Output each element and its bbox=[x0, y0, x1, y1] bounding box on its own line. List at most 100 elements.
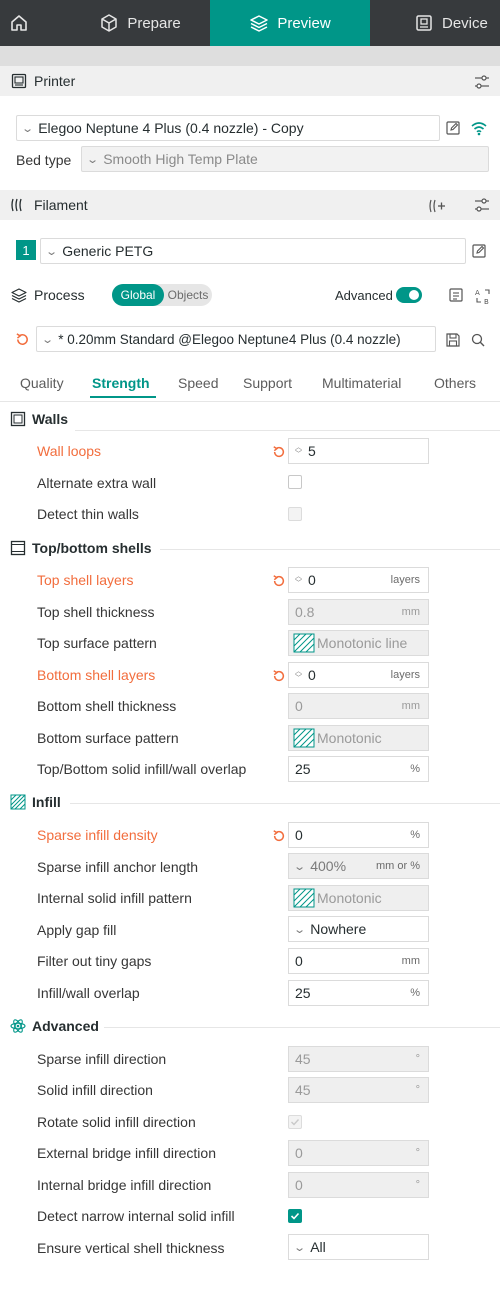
top-surface-pattern-label: Top surface pattern bbox=[37, 635, 157, 651]
internal-bridge-direction-input[interactable]: 0 ° bbox=[288, 1172, 429, 1198]
prepare-tab[interactable]: Prepare bbox=[70, 0, 210, 46]
advanced-atom-icon bbox=[10, 1018, 26, 1034]
bottom-shell-layers-label: Bottom shell layers bbox=[37, 667, 156, 683]
printer-icon bbox=[10, 72, 28, 90]
wall-loops-input[interactable]: ︿ ﹀ 5 bbox=[288, 438, 429, 464]
global-objects-toggle[interactable]: Global Objects bbox=[112, 284, 212, 306]
add-filament-icon[interactable] bbox=[426, 196, 448, 216]
top-shell-thickness-unit: mm bbox=[401, 606, 420, 618]
preview-tab[interactable]: Preview bbox=[210, 0, 370, 46]
walls-title-text: Walls bbox=[32, 411, 69, 427]
internal-solid-pattern-select[interactable]: Monotonic bbox=[288, 885, 429, 911]
infill-wall-overlap-input[interactable]: 25 % bbox=[288, 980, 429, 1006]
bottom-shell-thickness-input[interactable]: 0 mm bbox=[288, 693, 429, 719]
tab-speed[interactable]: Speed bbox=[178, 375, 218, 391]
shell-overlap-input[interactable]: 25 % bbox=[288, 756, 429, 782]
toolbar-spacer bbox=[0, 46, 500, 66]
shells-icon bbox=[10, 540, 26, 556]
printer-section-header: Printer bbox=[0, 66, 500, 96]
process-preset-value: * 0.20mm Standard @Elegoo Neptune4 Plus … bbox=[58, 331, 401, 347]
bottom-shell-layers-unit: layers bbox=[390, 669, 420, 681]
alternate-extra-wall-checkbox[interactable] bbox=[288, 475, 302, 489]
filament-preset-value: Generic PETG bbox=[62, 243, 154, 259]
shell-overlap-unit: % bbox=[410, 763, 420, 775]
search-icon[interactable] bbox=[468, 330, 488, 350]
compare-ab-icon[interactable]: AB bbox=[472, 285, 494, 307]
chevron-down-icon: ⌄ bbox=[86, 153, 100, 166]
top-shell-layers-input[interactable]: ︿ ﹀ 0 layers bbox=[288, 567, 429, 593]
shells-group-title: Top/bottom shells bbox=[10, 540, 152, 556]
toggle-objects-option[interactable]: Objects bbox=[164, 288, 212, 302]
active-tab-underline bbox=[90, 396, 156, 398]
printer-preset-select[interactable]: ⌄ Elegoo Neptune 4 Plus (0.4 nozzle) - C… bbox=[16, 115, 440, 141]
detect-thin-walls-checkbox[interactable] bbox=[288, 507, 302, 521]
chevron-down-icon: ⌄ bbox=[21, 122, 35, 135]
toggle-global-option[interactable]: Global bbox=[112, 284, 164, 306]
tab-quality[interactable]: Quality bbox=[20, 375, 64, 391]
bottom-surface-pattern-select[interactable]: Monotonic bbox=[288, 725, 429, 751]
advanced-group-title: Advanced bbox=[10, 1018, 99, 1034]
tab-support[interactable]: Support bbox=[243, 375, 292, 391]
spinner-icon[interactable]: ︿ ﹀ bbox=[295, 573, 302, 587]
tab-strength[interactable]: Strength bbox=[92, 375, 150, 391]
external-bridge-direction-input[interactable]: 0 ° bbox=[288, 1140, 429, 1166]
process-list-icon[interactable] bbox=[446, 285, 466, 305]
monotonic-pattern-icon bbox=[293, 888, 315, 908]
internal-bridge-direction-unit: ° bbox=[415, 1179, 420, 1191]
spinner-icon[interactable]: ︿ ﹀ bbox=[295, 668, 302, 682]
internal-bridge-direction-label: Internal bridge infill direction bbox=[37, 1177, 212, 1193]
home-tab[interactable] bbox=[0, 0, 46, 46]
filter-tiny-gaps-value: 0 bbox=[295, 953, 303, 969]
bottom-shell-layers-input[interactable]: ︿ ﹀ 0 layers bbox=[288, 662, 429, 688]
sparse-infill-anchor-input[interactable]: ⌄ 400% mm or % bbox=[288, 853, 429, 879]
reset-top-shell-layers-icon[interactable] bbox=[272, 574, 286, 588]
tabs-divider bbox=[0, 401, 500, 402]
edit-filament-icon[interactable] bbox=[469, 241, 489, 261]
external-bridge-direction-unit: ° bbox=[415, 1147, 420, 1159]
sparse-infill-density-input[interactable]: 0 % bbox=[288, 822, 429, 848]
rotate-solid-infill-label: Rotate solid infill direction bbox=[37, 1114, 196, 1130]
bottom-shell-layers-value: 0 bbox=[308, 667, 316, 683]
sparse-infill-anchor-unit: mm or % bbox=[376, 860, 420, 872]
internal-solid-pattern-value: Monotonic bbox=[317, 890, 382, 906]
tab-multimaterial[interactable]: Multimaterial bbox=[322, 375, 401, 391]
reset-preset-icon[interactable] bbox=[14, 331, 30, 347]
filament-preset-select[interactable]: ⌄ Generic PETG bbox=[40, 238, 466, 264]
printer-settings-sliders-icon[interactable] bbox=[472, 72, 492, 92]
infill-wall-overlap-value: 25 bbox=[295, 985, 311, 1001]
reset-bottom-shell-layers-icon[interactable] bbox=[272, 669, 286, 683]
wifi-icon[interactable] bbox=[468, 117, 490, 139]
bed-type-label: Bed type bbox=[16, 152, 72, 168]
solid-infill-direction-input[interactable]: 45 ° bbox=[288, 1077, 429, 1103]
top-shell-thickness-input[interactable]: 0.8 mm bbox=[288, 599, 429, 625]
chevron-down-icon: ⌄ bbox=[293, 860, 307, 873]
apply-gap-fill-label: Apply gap fill bbox=[37, 922, 117, 938]
infill-icon bbox=[10, 794, 26, 810]
top-shell-thickness-label: Top shell thickness bbox=[37, 604, 155, 620]
top-surface-pattern-select[interactable]: Monotonic line bbox=[288, 630, 429, 656]
apply-gap-fill-select[interactable]: ⌄ Nowhere bbox=[288, 916, 429, 942]
filament-slot-badge[interactable]: 1 bbox=[16, 240, 36, 260]
ensure-vertical-shell-select[interactable]: ⌄ All bbox=[288, 1234, 429, 1260]
spinner-icon[interactable]: ︿ ﹀ bbox=[295, 444, 302, 458]
process-preset-select[interactable]: ⌄ * 0.20mm Standard @Elegoo Neptune4 Plu… bbox=[36, 326, 436, 352]
save-preset-icon[interactable] bbox=[443, 330, 463, 350]
device-tab[interactable]: Device bbox=[396, 0, 500, 46]
filter-tiny-gaps-unit: mm bbox=[401, 955, 420, 967]
top-surface-pattern-value: Monotonic line bbox=[317, 635, 408, 651]
chevron-down-icon: ⌄ bbox=[293, 1241, 307, 1254]
reset-wall-loops-icon[interactable] bbox=[272, 445, 286, 459]
filter-tiny-gaps-input[interactable]: 0 mm bbox=[288, 948, 429, 974]
edit-printer-icon[interactable] bbox=[443, 118, 463, 138]
detect-narrow-solid-infill-checkbox[interactable] bbox=[288, 1209, 302, 1223]
reset-sparse-infill-density-icon[interactable] bbox=[272, 829, 286, 843]
top-shell-layers-value: 0 bbox=[308, 572, 316, 588]
rotate-solid-infill-checkbox[interactable] bbox=[288, 1115, 302, 1129]
home-icon bbox=[11, 15, 27, 31]
advanced-mode-switch[interactable] bbox=[396, 287, 422, 303]
bed-type-select[interactable]: ⌄ Smooth High Temp Plate bbox=[81, 146, 489, 172]
sparse-infill-direction-input[interactable]: 45 ° bbox=[288, 1046, 429, 1072]
detect-thin-walls-label: Detect thin walls bbox=[37, 506, 139, 522]
tab-others[interactable]: Others bbox=[434, 375, 476, 391]
filament-settings-sliders-icon[interactable] bbox=[472, 195, 492, 215]
